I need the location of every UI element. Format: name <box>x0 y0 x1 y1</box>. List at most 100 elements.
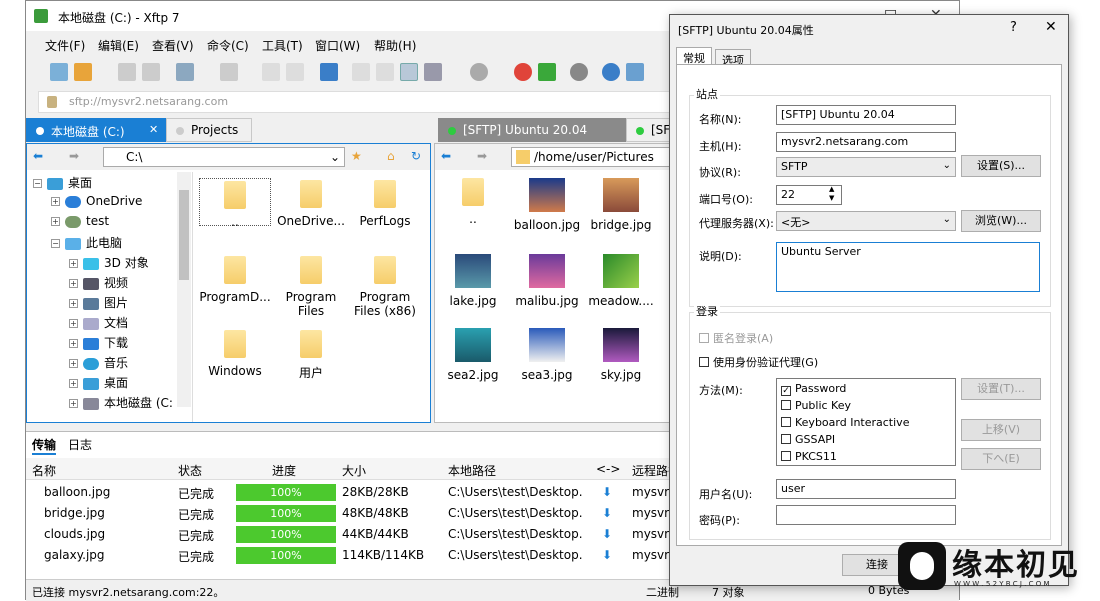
tree-item[interactable]: − 桌面 <box>33 174 92 191</box>
file-item[interactable]: 用户 <box>275 330 347 381</box>
local-path-field[interactable]: C:\ ⌄ <box>103 147 345 167</box>
col-name[interactable]: 名称 <box>32 462 56 479</box>
gear-icon[interactable] <box>570 63 588 81</box>
method-password-checkbox[interactable]: ✓ Password <box>781 382 846 396</box>
layout-icon[interactable] <box>400 63 418 81</box>
page-copy-icon[interactable] <box>286 63 304 81</box>
page-icon[interactable] <box>262 63 280 81</box>
xftp-icon[interactable] <box>538 63 556 81</box>
open-folder-icon[interactable] <box>74 63 92 81</box>
port-field[interactable]: 22 ▲ ▼ <box>776 185 842 205</box>
new-session-icon[interactable] <box>50 63 68 81</box>
protocol-select[interactable]: SFTP ⌄ <box>776 157 956 177</box>
copy-icon[interactable] <box>352 63 370 81</box>
menu-command[interactable]: 命令(C) <box>207 37 249 54</box>
tree-item[interactable]: + OneDrive <box>51 194 142 208</box>
description-field[interactable]: Ubuntu Server <box>776 242 1040 292</box>
file-item[interactable]: balloon.jpg <box>511 178 583 232</box>
new-transfer-icon[interactable] <box>176 63 194 81</box>
tree-item[interactable]: + 音乐 <box>69 354 128 371</box>
menu-edit[interactable]: 编辑(E) <box>98 37 139 54</box>
menu-tools[interactable]: 工具(T) <box>262 37 303 54</box>
username-field[interactable]: user <box>776 479 956 499</box>
tree-item[interactable]: + test <box>51 214 109 228</box>
col-size[interactable]: 大小 <box>342 462 366 479</box>
name-field[interactable]: [SFTP] Ubuntu 20.04 <box>776 105 956 125</box>
file-item[interactable]: sea2.jpg <box>437 328 509 382</box>
forward-icon[interactable]: ➡ <box>69 149 79 163</box>
file-item[interactable]: Program Files <box>275 256 347 318</box>
sync-arrows-icon[interactable] <box>320 63 338 81</box>
file-item[interactable]: Program Files (x86) <box>349 256 421 318</box>
refresh-icon[interactable]: ↻ <box>411 149 421 163</box>
tab-local-disk[interactable]: 本地磁盘 (C:) ✕ <box>26 118 166 142</box>
method-publickey-checkbox[interactable]: Public Key <box>781 399 851 412</box>
globe-icon[interactable] <box>470 63 488 81</box>
forward-icon[interactable]: ➡ <box>477 149 487 163</box>
tree-item[interactable]: + 本地磁盘 (C: <box>69 394 173 411</box>
file-item[interactable]: meadow.... <box>585 254 657 308</box>
connect-icon[interactable] <box>118 63 136 81</box>
tree-item[interactable]: + 桌面 <box>69 374 128 391</box>
back-icon[interactable]: ⬅ <box>33 149 43 163</box>
tab-log[interactable]: 日志 <box>68 436 92 453</box>
method-keyboard-checkbox[interactable]: Keyboard Interactive <box>781 416 909 429</box>
proxy-select[interactable]: <无> ⌄ <box>776 211 956 231</box>
home-icon[interactable]: ⌂ <box>387 149 395 163</box>
file-item[interactable]: malibu.jpg <box>511 254 583 308</box>
tree-item[interactable]: + 图片 <box>69 294 128 311</box>
tab-projects[interactable]: Projects <box>166 118 252 142</box>
paste-icon[interactable] <box>376 63 394 81</box>
file-item[interactable]: Windows <box>199 330 271 378</box>
close-icon[interactable]: ✕ <box>1045 19 1057 35</box>
screen-icon[interactable] <box>220 63 238 81</box>
tab-transfer[interactable]: 传输 <box>32 436 57 455</box>
method-gssapi-checkbox[interactable]: GSSAPI <box>781 433 835 446</box>
star-icon[interactable]: ★ <box>351 149 362 163</box>
chat-icon[interactable] <box>626 63 644 81</box>
menu-view[interactable]: 查看(V) <box>152 37 194 54</box>
disconnect-icon[interactable] <box>142 63 160 81</box>
tab-remote-ubuntu[interactable]: [SFTP] Ubuntu 20.04 <box>438 118 626 142</box>
tab-general[interactable]: 常规 <box>676 47 712 65</box>
protocol-settings-button[interactable]: 设置(S)... <box>961 155 1041 177</box>
tree-scrollbar[interactable] <box>177 172 191 407</box>
method-pkcs11-checkbox[interactable]: PKCS11 <box>781 450 837 463</box>
method-settings-button[interactable]: 设置(T)... <box>961 378 1041 400</box>
file-item[interactable]: OneDrive... <box>275 180 347 228</box>
col-status[interactable]: 状态 <box>178 462 202 479</box>
remote-path-field[interactable]: /home/user/Pictures <box>511 147 671 167</box>
xshell-icon[interactable] <box>514 63 532 81</box>
browse-button[interactable]: 浏览(W)... <box>961 210 1041 232</box>
host-field[interactable]: mysvr2.netsarang.com <box>776 132 956 152</box>
tab-close-icon[interactable]: ✕ <box>149 123 158 136</box>
file-item[interactable]: sea3.jpg <box>511 328 583 382</box>
password-field[interactable] <box>776 505 956 525</box>
menu-file[interactable]: 文件(F) <box>45 37 85 54</box>
col-direction[interactable]: <-> <box>596 462 620 476</box>
file-item[interactable]: ProgramD... <box>199 256 271 304</box>
file-item[interactable]: PerfLogs <box>349 180 421 228</box>
tree-item[interactable]: +3D 对象 <box>69 254 149 271</box>
col-local-path[interactable]: 本地路径 <box>448 462 496 479</box>
move-up-button[interactable]: 上移(V) <box>961 419 1041 441</box>
menu-help[interactable]: 帮助(H) <box>374 37 416 54</box>
back-icon[interactable]: ⬅ <box>441 149 451 163</box>
auth-agent-checkbox[interactable]: 使用身份验证代理(G) <box>699 354 818 370</box>
anonymous-login-checkbox[interactable]: 匿名登录(A) <box>699 330 773 346</box>
help-icon[interactable]: ? <box>1010 20 1017 35</box>
help-icon[interactable] <box>602 63 620 81</box>
address-bar[interactable]: sftp://mysvr2.netsarang.com <box>38 91 678 113</box>
tree-item[interactable]: + 视频 <box>69 274 128 291</box>
move-down-button[interactable]: 下へ(E) <box>961 448 1041 470</box>
tree-item[interactable]: − 此电脑 <box>51 234 122 251</box>
tree-item[interactable]: + 文档 <box>69 314 128 331</box>
file-item[interactable]: sky.jpg <box>585 328 657 382</box>
menu-window[interactable]: 窗口(W) <box>315 37 360 54</box>
file-item[interactable]: bridge.jpg <box>585 178 657 232</box>
tree-item[interactable]: + 下载 <box>69 334 128 351</box>
view-icon[interactable] <box>424 63 442 81</box>
file-item[interactable]: .. <box>199 178 271 229</box>
chevron-down-icon[interactable]: ⌄ <box>330 150 340 164</box>
file-item[interactable]: .. <box>437 178 509 226</box>
